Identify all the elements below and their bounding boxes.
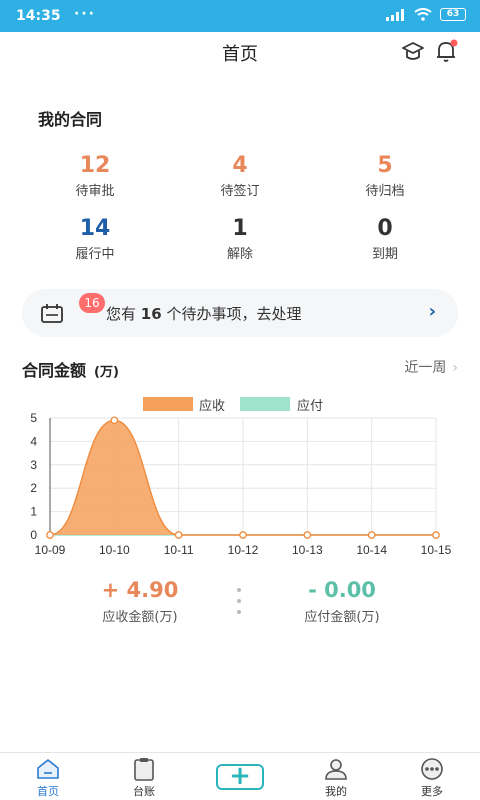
y-tick-label: 1 (30, 505, 37, 519)
payable-label: 应付金额(万) (304, 610, 380, 625)
tab-label: 台账 (133, 785, 155, 798)
stat-value: 5 (377, 153, 393, 178)
todo-count: 16 (140, 305, 162, 323)
stat-pending-approval[interactable]: 12 待审批 (35, 153, 155, 199)
stat-label: 解除 (226, 247, 253, 262)
stat-label: 待审批 (75, 184, 115, 199)
notification-dot (450, 39, 458, 47)
tab-label: 首页 (37, 785, 59, 798)
y-tick-label: 5 (30, 411, 37, 425)
signal-icon (386, 8, 406, 21)
x-tick-label: 10-11 (164, 543, 194, 557)
stat-in-progress[interactable]: 14 履行中 (35, 216, 155, 262)
bottom-tab-bar: 首页 台账 + 我的 更多 (0, 752, 480, 800)
stat-value: 1 (232, 216, 248, 241)
app-header: 首页 (0, 32, 480, 70)
status-bar: 14:35 ··· 63 (0, 0, 480, 32)
legend-swatch-receivable (143, 397, 193, 411)
plus-icon: + (229, 761, 251, 791)
stat-value: 0 (377, 216, 393, 241)
stat-label: 待归档 (365, 184, 405, 199)
todo-text: 您有 16 个待办事项，去处理 (106, 303, 301, 324)
amount-unit: (万) (94, 365, 119, 380)
x-tick-label: 10-15 (421, 543, 452, 557)
tab-label: 更多 (421, 785, 443, 798)
y-tick-label: 2 (30, 481, 37, 495)
payable-value: - 0.00 (308, 578, 376, 602)
tab-ledger[interactable]: 台账 (104, 757, 184, 799)
stat-terminated[interactable]: 1 解除 (180, 216, 300, 262)
x-tick-label: 10-09 (35, 543, 66, 557)
period-label: 近一周 (404, 360, 447, 376)
x-tick-label: 10-10 (99, 543, 130, 557)
tab-label: 我的 (325, 785, 347, 798)
stat-pending-sign[interactable]: 4 待签订 (180, 153, 300, 199)
data-point (303, 531, 312, 539)
x-tick-label: 10-14 (356, 543, 387, 557)
receivable-label: 应收金额(万) (102, 610, 178, 625)
stat-label: 到期 (371, 247, 398, 262)
chevron-right-icon: › (452, 360, 458, 376)
tab-more[interactable]: 更多 (392, 757, 472, 799)
amount-chart: 0 1 2 3 4 5 10-09 10-10 10-11 10-12 10-13 10-14 10-1… (30, 411, 452, 557)
data-point (110, 416, 119, 425)
y-tick-label: 4 (30, 434, 37, 448)
user-icon (325, 759, 347, 780)
battery-icon: 63 (440, 8, 466, 21)
receivable-value: + 4.90 (101, 578, 179, 602)
receivable-summary: + 4.90 应收金额(万) (40, 578, 240, 625)
stat-value: 14 (79, 216, 111, 241)
data-point (174, 531, 183, 539)
x-tick-label: 10-13 (292, 543, 323, 557)
status-dots: ··· (74, 6, 96, 22)
stat-label: 待签订 (220, 184, 260, 199)
clipboard-icon (134, 758, 154, 781)
more-icon (421, 758, 443, 780)
payable-summary: - 0.00 应付金额(万) (242, 578, 442, 625)
contracts-title: 我的合同 (38, 110, 103, 129)
calendar-icon (41, 304, 63, 323)
x-tick-label: 10-12 (228, 543, 259, 557)
todo-prefix: 您有 (106, 305, 137, 323)
tab-home[interactable]: 首页 (8, 757, 88, 799)
stat-value: 4 (232, 153, 248, 178)
period-selector[interactable]: 近一周 › (404, 357, 458, 377)
data-point (367, 531, 376, 539)
stat-label: 履行中 (75, 247, 115, 262)
stat-pending-archive[interactable]: 5 待归档 (325, 153, 445, 199)
y-tick-label: 3 (30, 458, 37, 472)
add-button[interactable]: + (216, 761, 264, 791)
legend-swatch-payable (240, 397, 290, 411)
todo-banner[interactable]: 16 您有 16 个待办事项，去处理 › (22, 289, 458, 337)
bell-icon[interactable] (434, 38, 458, 64)
y-tick-label: 0 (30, 528, 37, 542)
graduation-cap-icon[interactable] (400, 38, 426, 64)
stat-expired[interactable]: 0 到期 (325, 216, 445, 262)
stat-value: 12 (79, 153, 111, 178)
data-point (239, 531, 247, 539)
todo-suffix: 个待办事项，去处理 (166, 305, 302, 323)
data-point (432, 531, 440, 539)
wifi-icon (414, 8, 432, 21)
todo-count-badge: 16 (79, 293, 105, 313)
status-time: 14:35 (16, 8, 61, 24)
home-icon (37, 759, 59, 779)
tab-mine[interactable]: 我的 (296, 757, 376, 799)
amount-title: 合同金额 (万) (22, 357, 119, 381)
amount-title-text: 合同金额 (22, 361, 87, 380)
chevron-right-icon: › (428, 301, 436, 322)
data-point (46, 531, 54, 539)
